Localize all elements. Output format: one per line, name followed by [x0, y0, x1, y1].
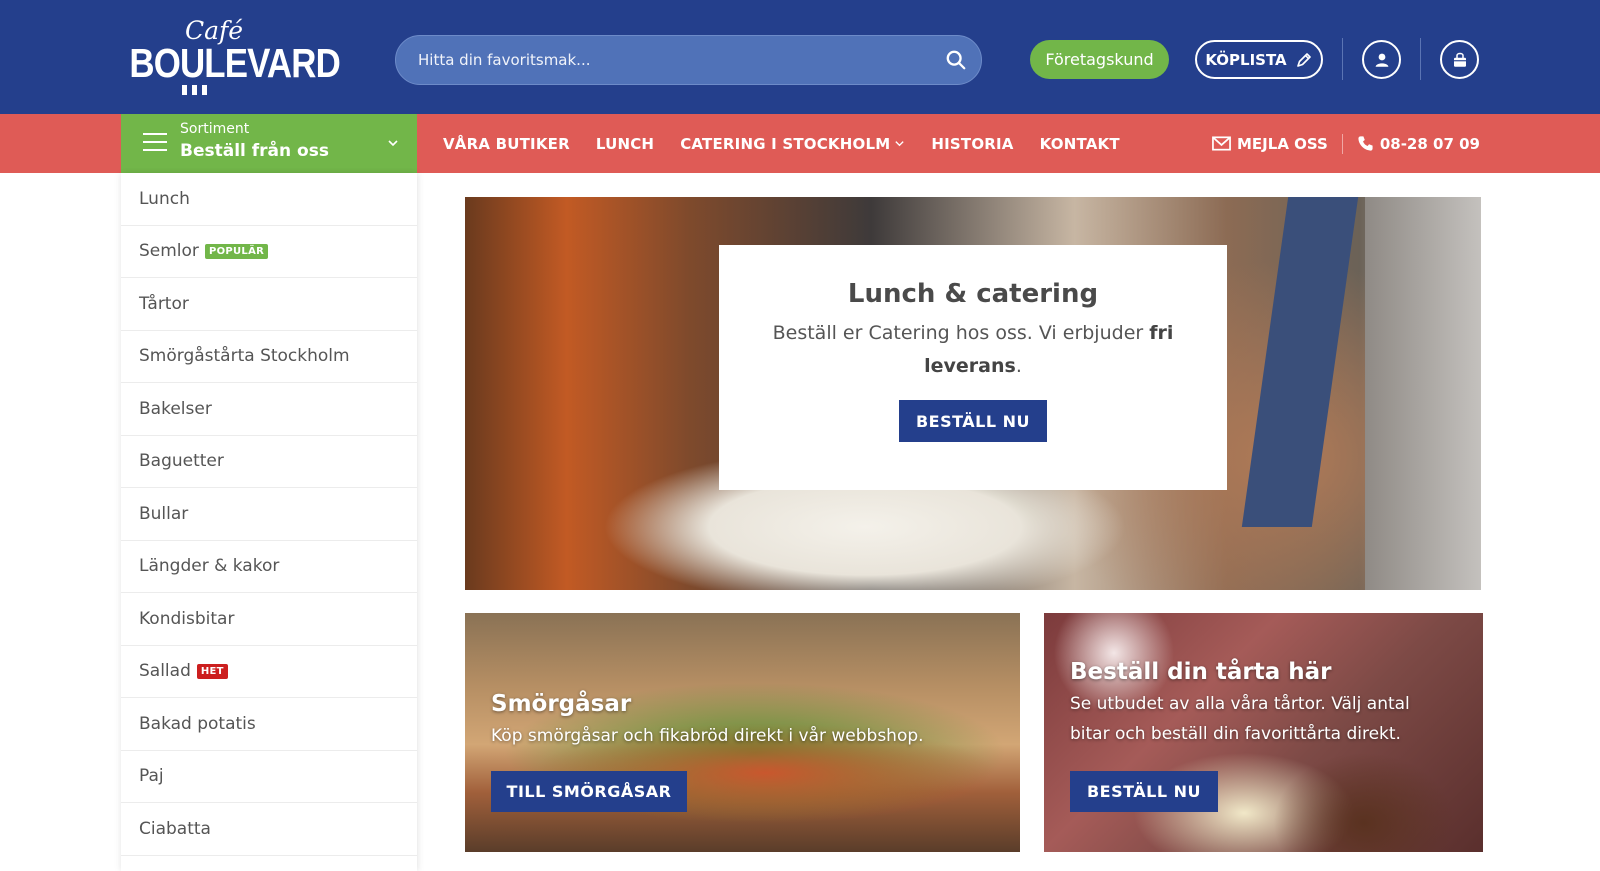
sidebar-item-label: Smörgåstårta Stockholm	[139, 346, 350, 367]
promo-text: Köp smörgåsar och fikabröd direkt i vår …	[491, 726, 924, 746]
nav-contact: MEJLA OSS 08-28 07 09	[1212, 114, 1480, 173]
nav-link-catering-label: CATERING I STOCKHOLM	[680, 134, 891, 153]
sidebar-item-paj[interactable]: Paj	[121, 751, 417, 803]
sidebar-item-lunch[interactable]: Lunch	[121, 173, 417, 226]
popular-badge: POPULÄR	[204, 243, 269, 259]
sidebar-item-ciabatta[interactable]: Ciabatta	[121, 803, 417, 856]
hamburger-icon	[143, 133, 167, 153]
sandwiches-button[interactable]: TILL SMÖRGÅSAR	[491, 771, 687, 812]
nav-link-lunch[interactable]: LUNCH	[596, 135, 654, 153]
sortiment-big-label: Beställ från oss	[180, 141, 329, 161]
cafe-boulevard-logo[interactable]: Café BOULEVARD	[118, 18, 341, 100]
promo-cakes[interactable]: Beställ din tårta här Se utbudet av alla…	[1044, 613, 1483, 852]
shopping-list-label: KÖPLISTA	[1205, 50, 1287, 69]
hot-badge: HET	[196, 663, 228, 679]
sidebar-item-label: Bullar	[139, 503, 189, 524]
pencil-icon	[1296, 52, 1311, 67]
sidebar-item-kondisbitar[interactable]: Kondisbitar	[121, 593, 417, 646]
sidebar-item-langder-kakor[interactable]: Längder & kakor	[121, 541, 417, 593]
order-cake-button[interactable]: BESTÄLL NU	[1070, 771, 1218, 812]
hero-image-detail	[1365, 197, 1481, 590]
email-label: MEJLA OSS	[1237, 134, 1328, 153]
hero-text-main: Beställ er Catering hos oss. Vi erbjuder	[772, 322, 1150, 344]
sidebar-item-smorgastarta[interactable]: Smörgåstårta Stockholm	[121, 331, 417, 383]
chevron-down-icon	[895, 141, 905, 147]
sidebar-item-label: Paj	[139, 766, 164, 787]
sidebar-item-label: Längder & kakor	[139, 556, 280, 577]
envelope-icon	[1212, 136, 1231, 151]
hero-image-detail	[1241, 197, 1359, 527]
sidebar-item-label: Kondisbitar	[139, 608, 235, 629]
search-input[interactable]	[418, 36, 918, 84]
hero-text-end: .	[1015, 355, 1022, 377]
sidebar-item-sallad[interactable]: Sallad HET	[121, 646, 417, 698]
user-icon	[1375, 53, 1388, 67]
shopping-list-button[interactable]: KÖPLISTA	[1195, 40, 1323, 79]
sidebar-item-label: Bakelser	[139, 398, 212, 419]
nav-link-contact[interactable]: KONTAKT	[1040, 135, 1120, 153]
sidebar-item-label: Bakad potatis	[139, 713, 256, 734]
email-link[interactable]: MEJLA OSS	[1212, 135, 1328, 153]
chevron-down-icon	[388, 140, 398, 147]
sidebar-item-label: Ciabatta	[139, 818, 211, 839]
promo-text: Se utbudet av alla våra tårtor. Välj ant…	[1070, 694, 1410, 744]
hero-text: Beställ er Catering hos oss. Vi erbjuder…	[763, 317, 1183, 383]
logo-bars	[118, 85, 270, 95]
account-button[interactable]	[1362, 40, 1401, 79]
sidebar-item-label: Semlor	[139, 241, 199, 262]
cart-button[interactable]	[1440, 40, 1479, 79]
sidebar-item-bakad-potatis[interactable]: Bakad potatis	[121, 698, 417, 751]
sidebar-item-label: Lunch	[139, 188, 190, 209]
promo-sandwiches[interactable]: Smörgåsar Köp smörgåsar och fikabröd dir…	[465, 613, 1020, 852]
category-sidebar: Lunch Semlor POPULÄR Tårtor Smörgåstårta …	[121, 173, 417, 871]
shopping-bag-icon	[1453, 52, 1466, 67]
nav-link-history[interactable]: HISTORIA	[931, 135, 1013, 153]
sidebar-item-baguetter[interactable]: Baguetter	[121, 436, 417, 488]
nav-link-stores[interactable]: VÅRA BUTIKER	[443, 135, 570, 153]
sidebar-item-label: Baguetter	[139, 451, 224, 472]
promo-title: Beställ din tårta här	[1070, 659, 1332, 685]
sidebar-item-bakelser[interactable]: Bakelser	[121, 383, 417, 436]
sidebar-item-semlor[interactable]: Semlor POPULÄR	[121, 226, 417, 278]
hero-title: Lunch & catering	[847, 279, 1099, 309]
sidebar-item-label: Sallad	[139, 661, 191, 682]
nav-divider	[1341, 133, 1343, 154]
hero-order-button[interactable]: BESTÄLL NU	[899, 400, 1047, 442]
promo-title: Smörgåsar	[491, 691, 632, 717]
company-customer-button[interactable]: Företagskund	[1030, 40, 1169, 79]
search-bar	[395, 35, 982, 85]
sidebar-item-bullar[interactable]: Bullar	[121, 488, 417, 541]
phone-link[interactable]: 08-28 07 09	[1357, 135, 1480, 153]
header-divider	[1342, 38, 1343, 80]
sidebar-item-tartor[interactable]: Tårtor	[121, 278, 417, 331]
hero-card: Lunch & catering Beställ er Catering hos…	[719, 245, 1227, 490]
search-icon[interactable]	[945, 49, 967, 71]
nav-links: VÅRA BUTIKER LUNCH CATERING I STOCKHOLM …	[443, 114, 1146, 173]
sidebar-item-label: Tårtor	[139, 293, 189, 314]
phone-icon	[1358, 136, 1373, 151]
phone-number: 08-28 07 09	[1379, 134, 1480, 153]
top-header: Café BOULEVARD Företagskund KÖPLISTA	[0, 0, 1600, 114]
sortiment-menu-toggle[interactable]: Sortiment Beställ från oss	[121, 114, 417, 173]
logo-main: BOULEVARD	[129, 40, 340, 86]
sortiment-small-label: Sortiment	[180, 121, 250, 137]
nav-link-catering[interactable]: CATERING I STOCKHOLM	[680, 135, 905, 153]
header-divider	[1420, 38, 1421, 80]
